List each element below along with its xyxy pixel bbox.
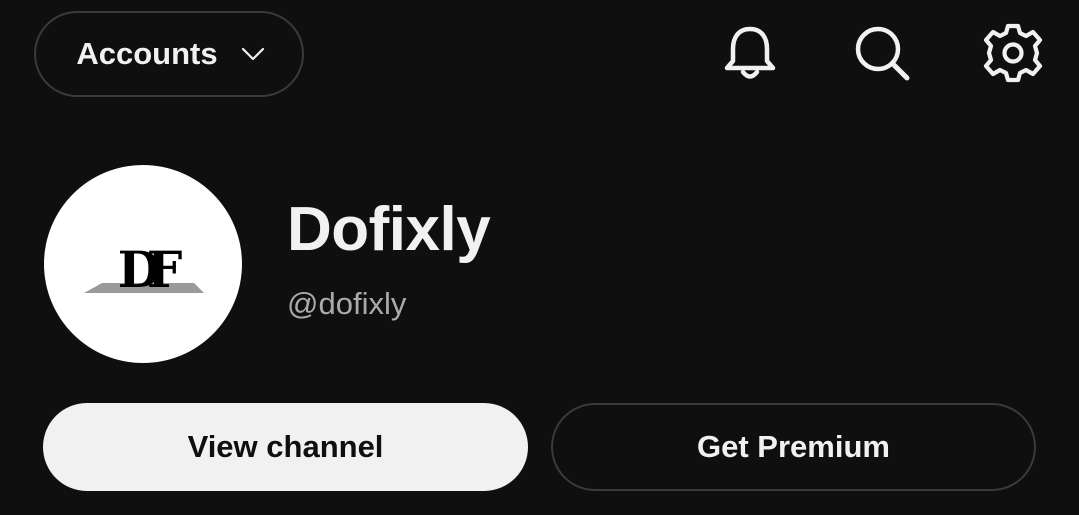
search-icon [850,21,914,85]
settings-button[interactable] [981,21,1045,85]
accounts-button[interactable]: Accounts [34,11,304,97]
bell-icon [718,21,782,85]
accounts-label: Accounts [76,36,218,71]
gear-icon [981,21,1045,85]
channel-logo: DF [84,240,204,299]
account-panel: Accounts DF Dofixly @dofixly View channe… [0,0,1079,515]
search-button[interactable] [850,21,914,85]
notifications-button[interactable] [718,21,782,85]
get-premium-button[interactable]: Get Premium [551,403,1036,491]
chevron-down-icon [240,41,266,67]
view-channel-button[interactable]: View channel [43,403,528,491]
avatar[interactable]: DF [44,165,242,363]
channel-handle: @dofixly [287,286,407,321]
channel-name: Dofixly [287,195,491,264]
